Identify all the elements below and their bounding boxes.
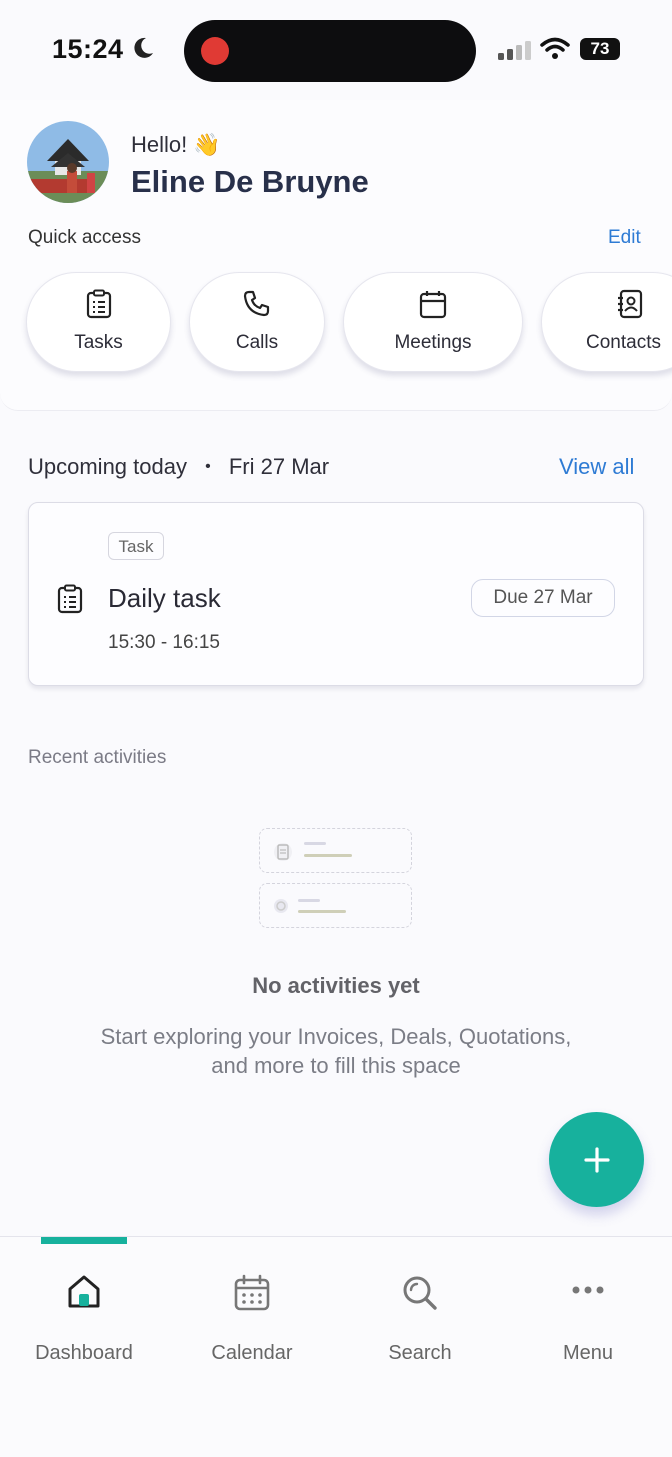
- calendar-icon: [419, 291, 447, 319]
- upcoming-separator: •: [205, 458, 211, 475]
- quick-access-label: Quick access: [28, 227, 141, 248]
- empty-placeholder-card: [259, 883, 412, 928]
- edit-quick-access-link[interactable]: Edit: [608, 227, 641, 249]
- nav-label-search: Search: [388, 1342, 452, 1364]
- more-icon: [572, 1286, 604, 1294]
- nav-label-calendar: Calendar: [211, 1342, 293, 1364]
- document-icon: [274, 843, 292, 861]
- quick-access-tasks[interactable]: Tasks: [26, 272, 171, 372]
- phone-icon: [243, 290, 270, 317]
- placeholder-line: [304, 854, 352, 857]
- view-all-link[interactable]: View all: [559, 454, 634, 480]
- contact-book-icon: [618, 289, 643, 319]
- recording-indicator: [201, 37, 229, 65]
- quick-access-meetings[interactable]: Meetings: [343, 272, 523, 372]
- nav-calendar[interactable]: Calendar: [168, 1236, 336, 1376]
- calendar-icon: [234, 1274, 270, 1311]
- recent-activities-title: Recent activities: [28, 747, 167, 768]
- quick-access-calls[interactable]: Calls: [189, 272, 325, 372]
- task-title: Daily task: [108, 583, 221, 613]
- due-date-badge: Due 27 Mar: [471, 579, 615, 617]
- quick-access-label-contacts: Contacts: [586, 332, 661, 353]
- nav-dashboard[interactable]: Dashboard: [0, 1236, 168, 1376]
- placeholder-line: [298, 910, 346, 913]
- upcoming-header: Upcoming today • Fri 27 Mar: [28, 454, 329, 480]
- wifi-icon: [540, 37, 570, 59]
- quick-access-label-meetings: Meetings: [394, 332, 472, 353]
- clipboard-icon: [86, 289, 111, 319]
- nav-menu[interactable]: Menu: [504, 1236, 672, 1376]
- upcoming-title: Upcoming today: [28, 454, 187, 479]
- avatar[interactable]: [27, 121, 109, 203]
- task-type-tag: Task: [108, 532, 164, 560]
- quick-access-contacts[interactable]: Contacts: [541, 272, 672, 372]
- signal-icon: [498, 41, 531, 60]
- empty-state-description: Start exploring your Invoices, Deals, Qu…: [100, 1024, 572, 1078]
- nav-label-menu: Menu: [562, 1342, 614, 1364]
- quick-access-label-calls: Calls: [235, 332, 279, 353]
- dot-icon: [274, 899, 288, 913]
- empty-state-title: No activities yet: [252, 973, 420, 998]
- user-name: Eline De Bruyne: [131, 164, 369, 199]
- placeholder-line: [298, 899, 320, 902]
- battery-indicator: 73: [580, 38, 620, 60]
- task-time: 15:30 - 16:15: [108, 632, 220, 653]
- placeholder-line: [304, 842, 326, 845]
- nav-label-dashboard: Dashboard: [35, 1342, 133, 1364]
- plus-icon: [584, 1147, 610, 1173]
- status-time: 15:24: [52, 34, 124, 64]
- search-icon: [403, 1276, 437, 1310]
- empty-placeholder-card: [259, 828, 412, 873]
- nav-search[interactable]: Search: [336, 1236, 504, 1376]
- quick-access-label-tasks: Tasks: [74, 332, 123, 353]
- greeting: Hello! 👋: [131, 132, 221, 157]
- home-icon: [68, 1275, 100, 1308]
- moon-icon: [134, 37, 153, 58]
- upcoming-date: Fri 27 Mar: [228, 454, 330, 479]
- clipboard-icon: [57, 584, 83, 614]
